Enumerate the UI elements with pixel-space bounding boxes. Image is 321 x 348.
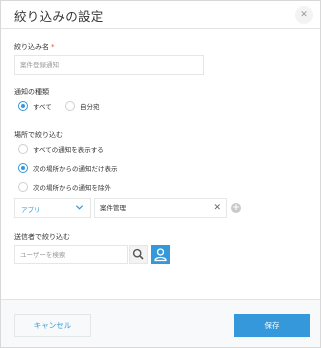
radio-type-all-label: すべて (33, 103, 52, 111)
user-search-input[interactable]: ユーザーを検索 (14, 245, 128, 264)
notification-type-label: 通知の種類 (14, 88, 49, 96)
place-name-value: 案件管理 (100, 204, 126, 212)
sender-filter-label: 送信者で絞り込む (14, 233, 70, 241)
radio-selected-icon (18, 101, 28, 111)
place-type-select[interactable]: アプリ (14, 198, 91, 218)
radio-place-only-label: 次の場所からの通知だけ表示 (33, 165, 118, 173)
save-button[interactable]: 保存 (234, 314, 310, 337)
place-type-value: アプリ (21, 206, 41, 214)
radio-type-mine-label: 自分宛 (80, 103, 100, 111)
user-select-button[interactable] (151, 245, 170, 264)
radio-unselected-icon (18, 182, 28, 192)
radio-type-all[interactable]: すべて (18, 100, 52, 112)
add-circle-icon[interactable]: + (231, 203, 241, 213)
dialog-title: 絞り込みの設定 (14, 9, 104, 24)
user-icon (154, 248, 167, 262)
radio-place-only[interactable]: 次の場所からの通知だけ表示 (18, 162, 118, 174)
radio-unselected-icon (65, 101, 75, 111)
place-name-input[interactable]: 案件管理 ✕ (94, 198, 227, 218)
clear-icon[interactable]: ✕ (213, 202, 221, 214)
radio-place-all[interactable]: すべての通知を表示する (18, 143, 104, 155)
search-button[interactable] (129, 245, 148, 264)
close-icon[interactable]: ✕ (295, 6, 313, 24)
filter-name-label-text: 絞り込み名 (14, 43, 49, 51)
required-mark: * (51, 43, 55, 51)
radio-place-exclude[interactable]: 次の場所からの通知を除外 (18, 181, 111, 193)
radio-selected-icon (18, 163, 28, 173)
dialog-header: 絞り込みの設定 ✕ (1, 1, 320, 29)
place-filter-label: 場所で絞り込む (14, 131, 63, 139)
filter-settings-dialog: 絞り込みの設定 ✕ 絞り込み名 * 案件登録通知 通知の種類 すべて 自分宛 場所… (0, 0, 321, 348)
filter-name-label: 絞り込み名 * (14, 42, 55, 52)
cancel-button[interactable]: キャンセル (14, 314, 91, 337)
search-icon (132, 248, 144, 260)
chevron-down-icon (75, 205, 84, 210)
radio-place-exclude-label: 次の場所からの通知を除外 (33, 184, 111, 192)
filter-name-input[interactable]: 案件登録通知 (14, 55, 204, 75)
filter-name-value: 案件登録通知 (20, 61, 59, 69)
dialog-footer: キャンセル 保存 (1, 299, 320, 347)
user-search-placeholder: ユーザーを検索 (20, 251, 66, 259)
radio-unselected-icon (18, 144, 28, 154)
radio-type-mine[interactable]: 自分宛 (65, 100, 100, 112)
radio-place-all-label: すべての通知を表示する (33, 146, 104, 154)
